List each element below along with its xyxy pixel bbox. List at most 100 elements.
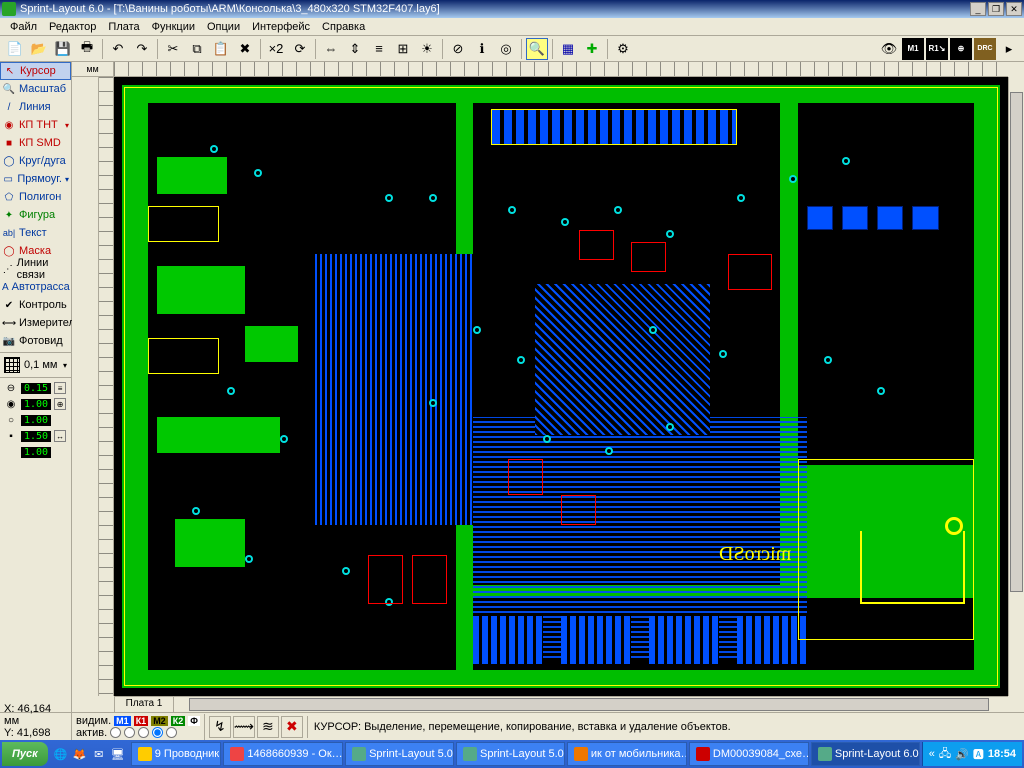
group-button[interactable]: ☀ [416,38,438,60]
pad-inner[interactable]: ○1.00 [0,412,71,428]
menu-options[interactable]: Опции [201,21,246,33]
smd-w[interactable]: ▪1.50↔ [0,428,71,444]
tool-line[interactable]: /Линия [0,98,71,116]
layer-k1-button[interactable]: R1↘ [926,38,948,60]
layer-radio-m2[interactable] [138,727,149,738]
tool-drc[interactable]: ✔Контроль [0,296,71,314]
snap-button[interactable]: ⊞ [392,38,414,60]
ql-ie-icon[interactable]: 🌐 [52,744,70,764]
tool-cursor[interactable]: ↖Курсор [0,62,71,80]
layer-k2-button[interactable]: ⊕ [950,38,972,60]
task-browser[interactable]: 1468660939 - Ок… [223,742,343,766]
layer-radio-k2[interactable] [152,727,163,738]
drill-button[interactable]: ✚ [581,38,603,60]
start-button[interactable]: Пуск [2,742,48,766]
layer-m1-button[interactable]: М1 [902,38,924,60]
lib-button[interactable]: ▸ [998,38,1020,60]
toolbar: 📄 📂 💾 🖶 ↶ ↷ ✂ ⧉ 📋 ✖ ×2 ⟳ ⇔ ⇕ ≡ ⊞ ☀ ⊘ ℹ ◎… [0,36,1024,62]
paste-button[interactable]: 📋 [210,38,232,60]
task-ff2[interactable]: ик от мобильника… [567,742,687,766]
layer-radio-m1[interactable] [110,727,121,738]
pad-outer[interactable]: ◉1.00⊕ [0,396,71,412]
smd-h[interactable]: 1.00 [0,444,71,460]
menu-board[interactable]: Плата [102,21,145,33]
app-icon [2,2,16,16]
tray-net-icon[interactable]: 🖧 [939,745,951,764]
menu-functions[interactable]: Функции [146,21,201,33]
tray-arrow-icon[interactable]: « [929,748,935,760]
system-tray[interactable]: « 🖧 🔊 🅰 18:54 [922,742,1022,766]
sb-tool4[interactable]: ✖ [281,716,303,738]
undo-button[interactable]: ↶ [107,38,129,60]
layer-radio-k1[interactable] [124,727,135,738]
scrollbar-horizontal[interactable] [174,696,1008,712]
dup-button[interactable]: ×2 [265,38,287,60]
measure-icon: ⟷ [2,316,16,330]
tray-lang-icon[interactable]: 🅰 [973,746,984,762]
open-button[interactable]: 📂 [28,38,50,60]
mask-icon: ◯ [2,244,16,258]
tool-rect[interactable]: ▭Прямоуг.▾ [0,170,71,188]
maximize-button[interactable]: ❐ [988,2,1004,16]
sb-tool1[interactable]: ↯ [209,716,231,738]
quick-launch: 🌐 🦊 ✉ 🖥 [50,744,129,764]
scrollbar-vertical[interactable] [1008,77,1024,696]
delete-button[interactable]: ✖ [234,38,256,60]
layer-radio-f[interactable] [166,727,177,738]
drc-button[interactable]: DRC [974,38,996,60]
mirror-v-button[interactable]: ⇕ [344,38,366,60]
pcb-canvas[interactable]: microSD [114,77,1008,696]
info-button[interactable]: ℹ [471,38,493,60]
task-explorer[interactable]: 9 Проводник [131,742,222,766]
menu-interface[interactable]: Интерфейс [246,21,316,33]
task-pdf[interactable]: DM00039084_схе… [689,742,809,766]
tool-autoroute[interactable]: AАвтотрасса [0,278,71,296]
cursor-icon: ↖ [3,64,17,78]
connector-bot-4 [737,616,807,664]
mirror-h-button[interactable]: ⇔ [320,38,342,60]
track-width[interactable]: ⊖0.15≡ [0,380,71,396]
board-tab[interactable]: Плата 1 [114,696,174,712]
tool-smd[interactable]: ■КП SMD [0,134,71,152]
cut-button[interactable]: ✂ [162,38,184,60]
sb-tool3[interactable]: ≋ [257,716,279,738]
menu-help[interactable]: Справка [316,21,371,33]
tool-tht[interactable]: ◉КП ТНТ▾ [0,116,71,134]
zoom-button[interactable]: 🔍 [526,38,548,60]
poly-icon: ⬠ [2,190,16,204]
rotate-button[interactable]: ⟳ [289,38,311,60]
macro-button[interactable]: ◎ [495,38,517,60]
menu-file[interactable]: Файл [4,21,43,33]
close-button[interactable]: ✕ [1006,2,1022,16]
menu-edit[interactable]: Редактор [43,21,102,33]
tool-zoom[interactable]: 🔍Масштаб [0,80,71,98]
copy-button[interactable]: ⧉ [186,38,208,60]
align-button[interactable]: ≡ [368,38,390,60]
save-button[interactable]: 💾 [52,38,74,60]
ql-mail-icon[interactable]: ✉ [90,744,108,764]
grid-setting[interactable]: 0,1 мм ▾ [0,355,71,375]
redo-button[interactable]: ↷ [131,38,153,60]
ql-desktop-icon[interactable]: 🖥 [109,744,127,764]
eye-button[interactable]: 👁 [878,38,900,60]
tray-vol-icon[interactable]: 🔊 [955,748,969,761]
ql-ff-icon[interactable]: 🦊 [71,744,89,764]
new-button[interactable]: 📄 [4,38,26,60]
tool-ratsnest[interactable]: ⋰Линии связи [0,260,71,278]
settings-button[interactable]: ⚙ [612,38,634,60]
tool-text[interactable]: ab|Текст [0,224,71,242]
tool-circle[interactable]: ◯Круг/дуга [0,152,71,170]
task-sl6[interactable]: Sprint-Layout 6.0 [811,742,920,766]
minimize-button[interactable]: _ [970,2,986,16]
tool-poly[interactable]: ⬠Полигон [0,188,71,206]
sb-tool2[interactable]: ⟿ [233,716,255,738]
task-sl5b[interactable]: Sprint-Layout 5.0 [456,742,565,766]
tool-shape[interactable]: ✦Фигура [0,206,71,224]
tool-photo[interactable]: 📷Фотовид [0,332,71,350]
task-sl5a[interactable]: Sprint-Layout 5.0 [345,742,454,766]
remove-button[interactable]: ⊘ [447,38,469,60]
tool-measure[interactable]: ⟷Измеритель [0,314,71,332]
clock[interactable]: 18:54 [988,748,1016,760]
print-button[interactable]: 🖶 [76,38,98,60]
layer-button[interactable]: ▦ [557,38,579,60]
